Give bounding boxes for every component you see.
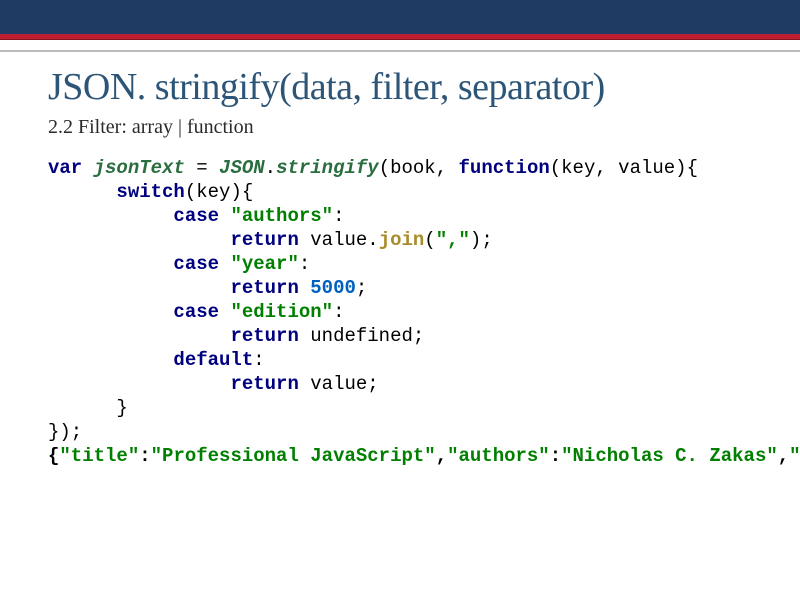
str-comma: ","	[436, 229, 470, 251]
colon: :	[333, 301, 344, 323]
join-open: (	[424, 229, 435, 251]
comma: ,	[778, 445, 789, 467]
kw-default: default	[173, 349, 253, 371]
var-jsontext: jsonText	[94, 157, 185, 179]
str-authors: "authors"	[230, 205, 333, 227]
kw-case: case	[173, 301, 219, 323]
colon: :	[139, 445, 150, 467]
out-authors-v: "Nicholas C. Zakas"	[561, 445, 778, 467]
out-title-v: "Professional JavaScript"	[151, 445, 436, 467]
code-block: var jsonText = JSON.stringify(book, func…	[48, 157, 752, 468]
kw-switch: switch	[116, 181, 184, 203]
kw-function: function	[459, 157, 550, 179]
slide-content: JSON. stringify(data, filter, separator)…	[0, 52, 800, 469]
out-title-k: "title"	[59, 445, 139, 467]
out-year-k: "year"	[789, 445, 800, 467]
kw-var: var	[48, 157, 82, 179]
out-open: {	[48, 445, 59, 467]
eq: =	[185, 157, 219, 179]
join-close: );	[470, 229, 493, 251]
json-class: JSON	[219, 157, 265, 179]
slide-title: JSON. stringify(data, filter, separator)	[48, 64, 752, 110]
str-edition: "edition"	[230, 301, 333, 323]
close-fn: });	[48, 421, 82, 443]
value-dot: value.	[299, 229, 379, 251]
kw-return: return	[230, 277, 298, 299]
join-member: join	[379, 229, 425, 251]
out-authors-k: "authors"	[447, 445, 550, 467]
kw-return: return	[230, 373, 298, 395]
switch-expr: (key){	[185, 181, 253, 203]
dot: .	[265, 157, 276, 179]
accent-stripe	[0, 34, 800, 40]
colon: :	[333, 205, 344, 227]
kw-case: case	[173, 205, 219, 227]
return-value: value;	[299, 373, 379, 395]
kw-return: return	[230, 229, 298, 251]
num-5000: 5000	[310, 277, 356, 299]
kw-return: return	[230, 325, 298, 347]
sp	[299, 277, 310, 299]
slide-subtitle: 2.2 Filter: array | function	[48, 116, 752, 139]
args-open: (book,	[379, 157, 459, 179]
header-bar	[0, 0, 800, 34]
stringify-method: stringify	[276, 157, 379, 179]
comma: ,	[436, 445, 447, 467]
semi: ;	[356, 277, 367, 299]
str-year: "year"	[230, 253, 298, 275]
close-switch: }	[48, 397, 128, 419]
colon: :	[253, 349, 264, 371]
fn-params: (key, value){	[550, 157, 698, 179]
return-undef: undefined;	[299, 325, 424, 347]
kw-case: case	[173, 253, 219, 275]
colon: :	[550, 445, 561, 467]
colon: :	[299, 253, 310, 275]
